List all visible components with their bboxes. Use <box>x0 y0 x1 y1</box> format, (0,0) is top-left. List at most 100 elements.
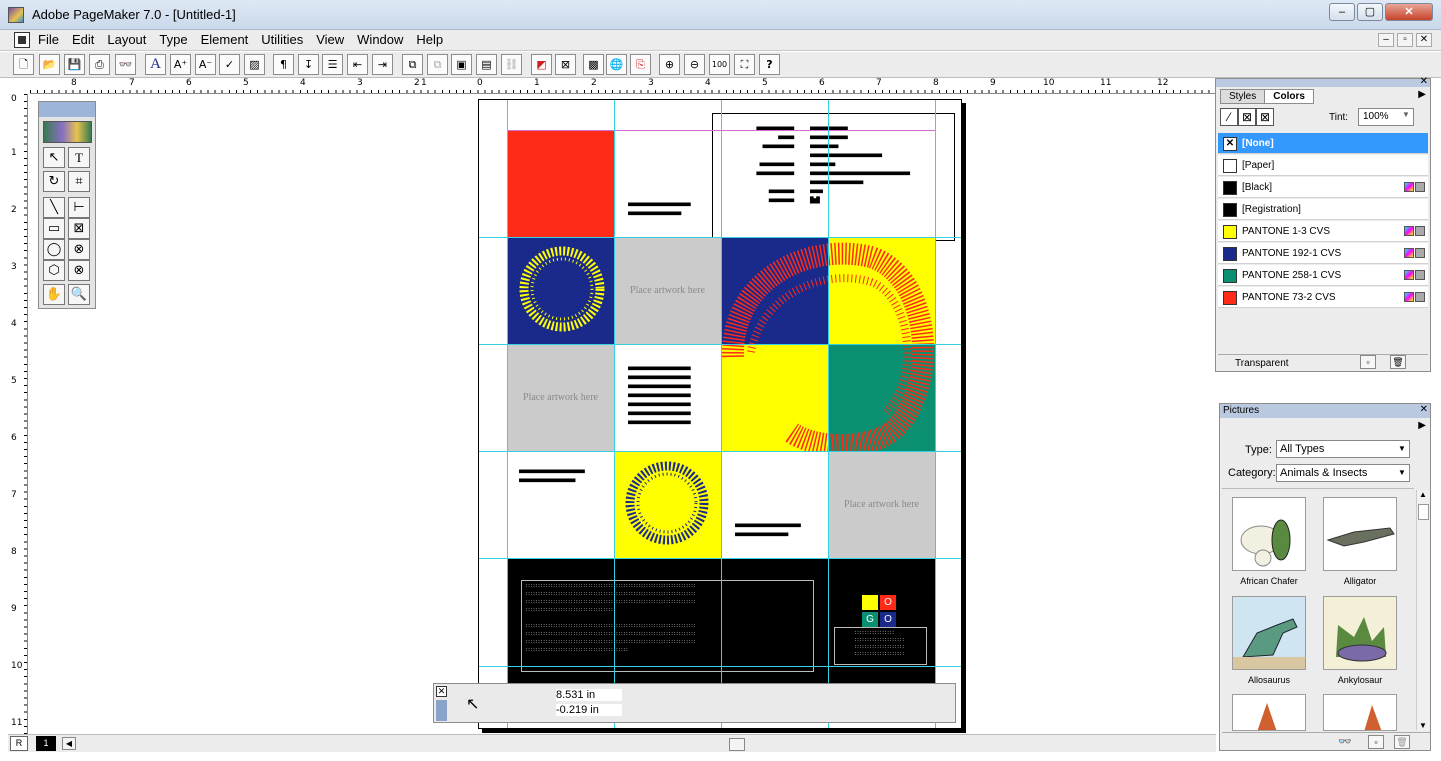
paragraph-icon[interactable]: ¶ <box>273 54 294 75</box>
line-tool-icon[interactable]: ╲ <box>43 197 65 218</box>
ruler-guide[interactable] <box>479 344 961 345</box>
picture-thumbnail[interactable] <box>1232 694 1306 731</box>
menu-window[interactable]: Window <box>357 32 403 47</box>
stroke-icon[interactable]: ⁄ <box>1220 108 1238 126</box>
color-row-paper[interactable]: [Paper] <box>1218 155 1428 176</box>
tab-styles[interactable]: Styles <box>1220 89 1266 104</box>
text-block[interactable]: ■■■■■■■■■■■■■■■■■■■■■ ■■■■■■■■■■■■■■■■■■ <box>519 467 585 485</box>
zoom-tool-icon[interactable]: 🔍 <box>68 284 90 305</box>
yellow-artwork-block[interactable] <box>614 451 721 558</box>
palette-menu-arrow-icon[interactable]: ▶ <box>1418 420 1426 431</box>
pointer-tool-icon[interactable]: ↖ <box>43 147 65 168</box>
tab-colors[interactable]: Colors <box>1264 89 1314 104</box>
save-icon[interactable]: 💾 <box>64 54 85 75</box>
ruler-guide[interactable] <box>479 558 961 559</box>
menu-edit[interactable]: Edit <box>72 32 94 47</box>
open-folder-icon[interactable]: 📂 <box>39 54 60 75</box>
column-guide[interactable] <box>721 100 722 728</box>
pictures-palette-close-icon[interactable]: ✕ <box>1420 404 1428 415</box>
character-specs-icon[interactable]: A <box>145 54 166 75</box>
red-color-block[interactable] <box>507 130 614 237</box>
navy-artwork-block[interactable] <box>507 237 614 344</box>
document-page[interactable]: ■■■■■■■■■■■■■■■■■■■■ ■■■■■■■■■■■■■■■■■ ■… <box>478 99 962 729</box>
scroll-thumb[interactable] <box>1418 504 1429 520</box>
column-guide[interactable] <box>614 100 615 728</box>
close-button[interactable]: ✕ <box>1385 3 1433 21</box>
trash-icon[interactable]: 🗑 <box>1390 355 1406 369</box>
picture-thumbnail[interactable] <box>1232 596 1306 670</box>
find-binoculars-icon[interactable]: 👓 <box>1338 735 1352 748</box>
text-block[interactable]: ■■■■■■■■■ ■■■ ■■■■■■■■■■■■ ■■■■■■■■ ■ ■■■■… <box>810 124 910 205</box>
crop-tool-icon[interactable]: ⌗ <box>68 171 90 192</box>
copy-icon[interactable]: ⧉ <box>402 54 423 75</box>
fill-stroke-icon[interactable]: ▨ <box>244 54 265 75</box>
fill-icon[interactable]: ⊠ <box>1238 108 1256 126</box>
polygon-tool-icon[interactable]: ⬡ <box>43 260 65 281</box>
text-block[interactable]: ■■■■■■■■■■■■■■■■■■■■ ■■■■■■■■■■■■■■■■■ <box>628 200 691 218</box>
picture-thumbnail[interactable] <box>1323 497 1397 571</box>
bullets-icon[interactable]: ☰ <box>322 54 343 75</box>
crop-image-icon[interactable]: ⊠ <box>555 54 576 75</box>
column-guide[interactable] <box>828 100 829 728</box>
frame-icon[interactable]: ▣ <box>451 54 472 75</box>
maximize-button[interactable]: ▢ <box>1357 3 1383 21</box>
ellipse-frame-tool-icon[interactable]: ⊗ <box>68 239 90 260</box>
y-position-field[interactable]: -0.219 in <box>556 704 622 716</box>
document-icon[interactable] <box>14 32 30 48</box>
rotate-tool-icon[interactable]: ↻ <box>43 171 65 192</box>
artwork-placeholder[interactable]: Place artwork here <box>614 237 721 344</box>
ellipse-tool-icon[interactable]: ◯ <box>43 239 65 260</box>
picture-thumbnail[interactable] <box>1323 694 1397 731</box>
place-image-icon[interactable]: ◩ <box>531 54 552 75</box>
pictures-scrollbar[interactable]: ▲ ▼ <box>1416 490 1430 730</box>
color-row-none[interactable]: ✕ [None] <box>1218 133 1428 154</box>
chevron-down-icon[interactable]: ▼ <box>1398 444 1406 453</box>
text-block[interactable]: ■■■■■■■■■■■■ ■■■■■ ■■■■■■■■■■ ■■■■■■■■■■… <box>747 124 794 205</box>
rectangle-frame-tool-icon[interactable]: ⊠ <box>68 218 90 239</box>
globe-icon[interactable]: 🌐 <box>606 54 627 75</box>
hand-tool-icon[interactable]: ✋ <box>43 284 65 305</box>
palette-menu-arrow-icon[interactable]: ▶ <box>1418 89 1426 100</box>
color-row-pantone-1-3[interactable]: PANTONE 1-3 CVS <box>1218 221 1428 242</box>
category-select[interactable]: Animals & Insects <box>1276 464 1410 482</box>
actual-size-icon[interactable]: 100 <box>709 54 730 75</box>
constrained-line-tool-icon[interactable]: ⊢ <box>68 197 90 218</box>
pdf-export-icon[interactable]: ⎘ <box>630 54 651 75</box>
new-color-icon[interactable]: ▫ <box>1360 355 1376 369</box>
new-picture-icon[interactable]: ▫ <box>1368 735 1384 749</box>
doc-close-button[interactable]: ✕ <box>1416 33 1432 47</box>
rectangle-tool-icon[interactable]: ▭ <box>43 218 65 239</box>
font-size-down-icon[interactable]: A⁻ <box>195 54 216 75</box>
text-block-icon[interactable]: ▤ <box>476 54 497 75</box>
toolbox-title-bar[interactable] <box>39 102 95 117</box>
artwork-placeholder[interactable]: Place artwork here <box>828 451 935 558</box>
both-icon[interactable]: ⊠ <box>1256 108 1274 126</box>
vertical-ruler[interactable]: 0 1 2 3 4 5 6 7 8 9 10 11 <box>10 94 28 734</box>
menu-element[interactable]: Element <box>201 32 249 47</box>
doc-restore-button[interactable]: ▫ <box>1397 33 1413 47</box>
color-row-pantone-258-1[interactable]: PANTONE 258-1 CVS <box>1218 265 1428 286</box>
chevron-down-icon[interactable]: ▼ <box>1398 468 1406 477</box>
color-row-pantone-73-2[interactable]: PANTONE 73-2 CVS <box>1218 287 1428 308</box>
color-row-pantone-192-1[interactable]: PANTONE 192-1 CVS <box>1218 243 1428 264</box>
text-tool-icon[interactable]: T <box>68 147 90 168</box>
control-palette-close-icon[interactable]: ✕ <box>436 686 447 697</box>
chevron-down-icon[interactable]: ▼ <box>1402 110 1410 119</box>
pictures-palette-title[interactable]: Pictures <box>1220 404 1430 418</box>
master-page-icon[interactable]: R <box>10 736 28 751</box>
menu-help[interactable]: Help <box>416 32 443 47</box>
print-icon[interactable]: ⎙ <box>89 54 110 75</box>
picture-thumbnail[interactable] <box>1323 596 1397 670</box>
ruler-guide[interactable] <box>479 666 961 667</box>
color-row-black[interactable]: [Black] <box>1218 177 1428 198</box>
scroll-left-icon[interactable]: ◀ <box>62 737 76 750</box>
scroll-down-icon[interactable]: ▼ <box>1419 721 1427 730</box>
menu-utilities[interactable]: Utilities <box>261 32 303 47</box>
text-block[interactable]: ■■■■■■■■■■■■■■■■■■■■■ ■■■■■■■■■■■■■■■■■ <box>735 521 801 539</box>
artwork-placeholder[interactable]: Place artwork here <box>507 344 614 451</box>
zoom-in-icon[interactable]: ⊕ <box>659 54 680 75</box>
picture-thumbnail[interactable] <box>1232 497 1306 571</box>
find-binoculars-icon[interactable]: 👓 <box>115 54 136 75</box>
increase-indent-icon[interactable]: ⇥ <box>372 54 393 75</box>
menu-view[interactable]: View <box>316 32 344 47</box>
